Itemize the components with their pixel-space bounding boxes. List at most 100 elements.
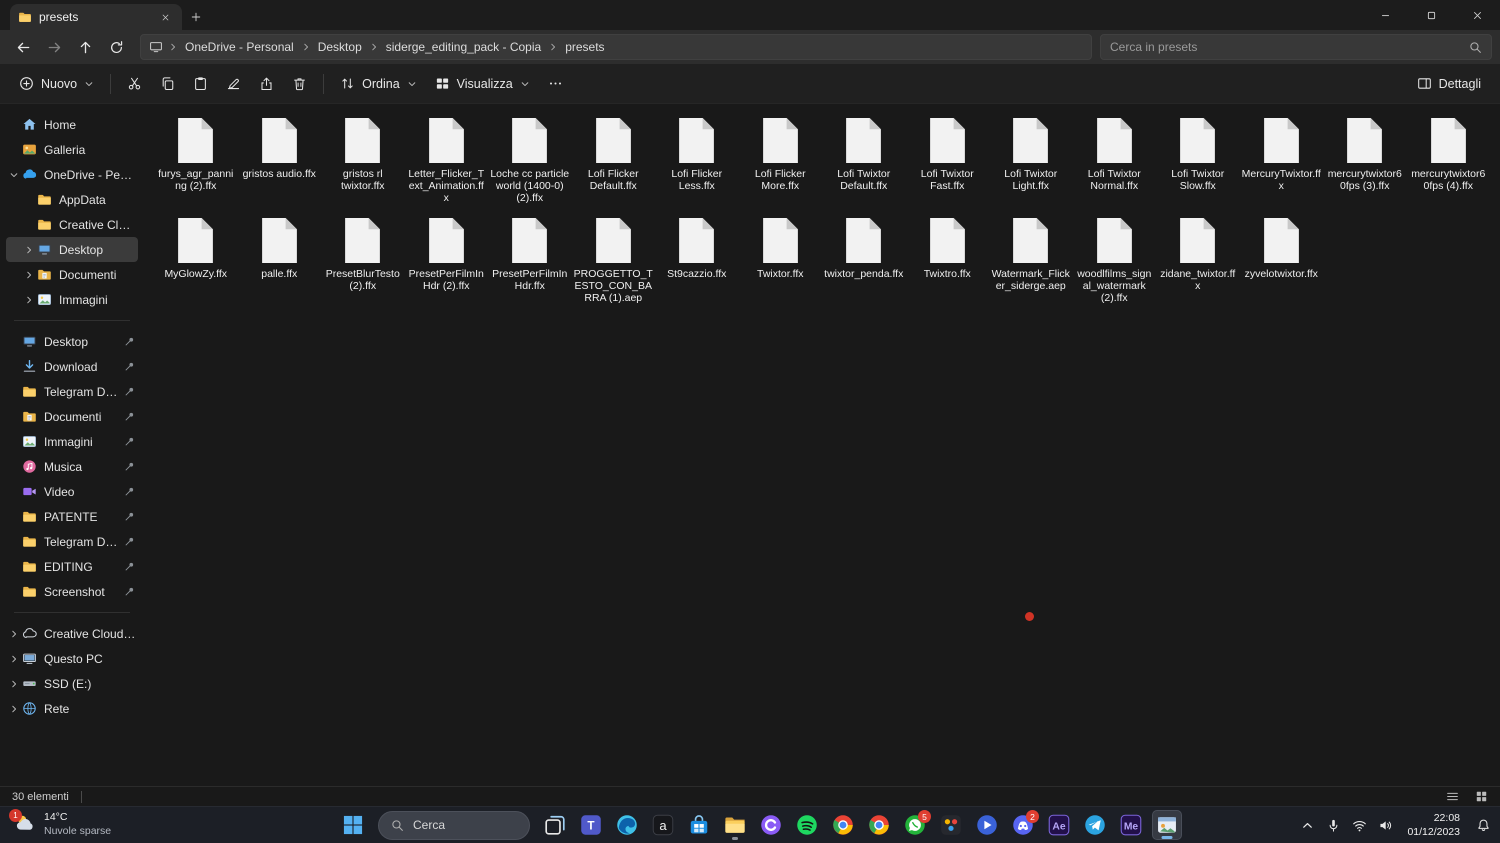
list-view-button[interactable] xyxy=(1446,790,1459,803)
details-button[interactable]: Dettagli xyxy=(1408,69,1490,99)
sort-button[interactable]: Ordina xyxy=(331,69,426,99)
taskbar-search[interactable]: Cerca xyxy=(378,810,530,840)
sidebar-item-appdata[interactable]: AppData xyxy=(6,187,138,212)
sidebar-item-creative-cloud-files[interactable]: Creative Cloud Files xyxy=(6,621,138,646)
breadcrumb-chevron-icon[interactable] xyxy=(548,42,558,52)
more-button[interactable] xyxy=(539,69,572,99)
file-item[interactable]: zidane_twixtor.ffx xyxy=(1156,212,1240,299)
file-item[interactable]: PresetPerFilmInHdr (2).ffx xyxy=(405,212,489,299)
file-item[interactable]: MyGlowZy.ffx xyxy=(154,212,238,287)
file-item[interactable]: Twixtor.ffx xyxy=(739,212,823,287)
sidebar-item-home[interactable]: Home xyxy=(6,112,138,137)
up-button[interactable] xyxy=(70,33,101,61)
file-item[interactable]: palle.ffx xyxy=(238,212,322,287)
chevron-right-icon[interactable] xyxy=(21,270,36,280)
taskbar-app-whatsapp-icon[interactable]: 5 xyxy=(900,810,931,840)
file-item[interactable]: gristos rl twixtor.ffx xyxy=(321,112,405,199)
file-item[interactable]: Lofi Twixtor Slow.ffx xyxy=(1156,112,1240,199)
breadcrumb-chevron-icon[interactable] xyxy=(301,42,311,52)
minimize-button[interactable] xyxy=(1362,0,1408,30)
file-item[interactable]: Lofi Twixtor Default.ffx xyxy=(822,112,906,199)
taskbar-app-chrome-icon[interactable] xyxy=(828,810,858,840)
chevron-up-icon[interactable] xyxy=(1295,811,1319,839)
sidebar-item-musica[interactable]: Musica xyxy=(6,454,138,479)
view-button[interactable]: Visualizza xyxy=(426,69,539,99)
taskbar-app-app-a-icon[interactable]: a xyxy=(648,810,678,840)
volume-icon[interactable] xyxy=(1373,811,1397,839)
clock[interactable]: 22:08 01/12/2023 xyxy=(1399,811,1468,839)
file-item[interactable]: Letter_Flicker_Text_Animation.ffx xyxy=(405,112,489,210)
file-item[interactable]: MercuryTwixtor.ffx xyxy=(1240,112,1324,199)
large-icons-view-button[interactable] xyxy=(1475,790,1488,803)
taskbar-app-media-player-icon[interactable] xyxy=(972,810,1002,840)
chevron-right-icon[interactable] xyxy=(21,245,36,255)
file-item[interactable]: Twixtro.ffx xyxy=(906,212,990,287)
chevron-right-icon[interactable] xyxy=(6,629,21,639)
back-button[interactable] xyxy=(8,33,39,61)
chevron-right-icon[interactable] xyxy=(6,654,21,664)
sidebar-item-documenti[interactable]: Documenti xyxy=(6,262,138,287)
breadcrumb-item[interactable]: OneDrive - Personal xyxy=(179,38,300,56)
search-input[interactable] xyxy=(1110,40,1469,54)
file-area[interactable]: furys_agr_panning (2).ffx gristos audio.f… xyxy=(142,104,1500,786)
file-item[interactable]: mercurytwixtor60fps (3).ffx xyxy=(1323,112,1407,199)
file-item[interactable]: Lofi Flicker Default.ffx xyxy=(572,112,656,199)
file-item[interactable]: furys_agr_panning (2).ffx xyxy=(154,112,238,199)
taskbar-app-task-view-icon[interactable] xyxy=(540,810,570,840)
file-item[interactable]: zyvelotwixtor.ffx xyxy=(1240,212,1324,287)
copy-button[interactable] xyxy=(151,69,184,99)
sidebar-item-video[interactable]: Video xyxy=(6,479,138,504)
sidebar-item-telegram-desktop[interactable]: Telegram Desktop xyxy=(6,529,138,554)
file-item[interactable]: Watermark_Flicker_siderge.aep xyxy=(989,212,1073,299)
sidebar-item-creative-cloud-files[interactable]: Creative Cloud Files xyxy=(6,212,138,237)
file-item[interactable]: twixtor_penda.ffx xyxy=(822,212,906,287)
file-item[interactable]: gristos audio.ffx xyxy=(238,112,322,187)
breadcrumb-chevron-icon[interactable] xyxy=(369,42,379,52)
sidebar-item-questo-pc[interactable]: Questo PC xyxy=(6,646,138,671)
taskbar-app-discord-icon[interactable]: 2 xyxy=(1008,810,1039,840)
sidebar-item-download[interactable]: Download xyxy=(6,354,138,379)
taskbar-app-telegram-icon[interactable] xyxy=(1080,810,1110,840)
sidebar-item-immagini[interactable]: Immagini xyxy=(6,287,138,312)
sidebar-item-telegram-desktop[interactable]: Telegram Desktop xyxy=(6,379,138,404)
share-button[interactable] xyxy=(250,69,283,99)
file-item[interactable]: Loche cc particle world (1400-0) (2).ffx xyxy=(488,112,572,210)
mic-icon[interactable] xyxy=(1321,811,1345,839)
taskbar-app-app-colors-icon[interactable] xyxy=(936,810,966,840)
cut-button[interactable] xyxy=(118,69,151,99)
refresh-button[interactable] xyxy=(101,33,132,61)
file-item[interactable]: Lofi Flicker More.ffx xyxy=(739,112,823,199)
sidebar-item-galleria[interactable]: Galleria xyxy=(6,137,138,162)
taskbar-app-chrome-2-icon[interactable] xyxy=(864,810,894,840)
file-item[interactable]: St9cazzio.ffx xyxy=(655,212,739,287)
file-item[interactable]: Lofi Twixtor Normal.ffx xyxy=(1073,112,1157,199)
tab-close-icon[interactable] xyxy=(157,9,174,26)
sidebar-item-onedrive-personal[interactable]: OneDrive - Personal xyxy=(6,162,138,187)
file-item[interactable]: PresetBlurTesto (2).ffx xyxy=(321,212,405,299)
sidebar-item-patente[interactable]: PATENTE xyxy=(6,504,138,529)
taskbar-app-store-icon[interactable] xyxy=(684,810,714,840)
file-item[interactable]: PROGGETTO_TESTO_CON_BARRA (1).aep xyxy=(572,212,656,310)
sidebar-item-screenshot[interactable]: Screenshot xyxy=(6,579,138,604)
file-item[interactable]: Lofi Twixtor Fast.ffx xyxy=(906,112,990,199)
file-item[interactable]: woodlfilms_signal_watermark (2).ffx xyxy=(1073,212,1157,310)
wifi-icon[interactable] xyxy=(1347,811,1371,839)
sidebar-item-immagini[interactable]: Immagini xyxy=(6,429,138,454)
breadcrumb-item[interactable]: siderge_editing_pack - Copia xyxy=(380,38,547,56)
address-bar[interactable]: OneDrive - Personal Desktop siderge_editin… xyxy=(140,34,1092,60)
sidebar-item-desktop[interactable]: Desktop xyxy=(6,329,138,354)
taskbar-app-active-app-icon[interactable] xyxy=(1152,810,1182,840)
breadcrumb-item[interactable]: presets xyxy=(559,38,610,56)
sidebar-item-desktop[interactable]: Desktop xyxy=(6,237,138,262)
chevron-right-icon[interactable] xyxy=(6,704,21,714)
explorer-tab[interactable]: presets xyxy=(10,4,182,30)
file-item[interactable]: Lofi Flicker Less.ffx xyxy=(655,112,739,199)
new-button[interactable]: Nuovo xyxy=(10,69,103,99)
chevron-right-icon[interactable] xyxy=(21,295,36,305)
sidebar-item-documenti[interactable]: Documenti xyxy=(6,404,138,429)
sidebar-item-rete[interactable]: Rete xyxy=(6,696,138,721)
rename-button[interactable] xyxy=(217,69,250,99)
search-icon[interactable] xyxy=(1469,41,1482,54)
chevron-right-icon[interactable] xyxy=(6,679,21,689)
file-item[interactable]: Lofi Twixtor Light.ffx xyxy=(989,112,1073,199)
